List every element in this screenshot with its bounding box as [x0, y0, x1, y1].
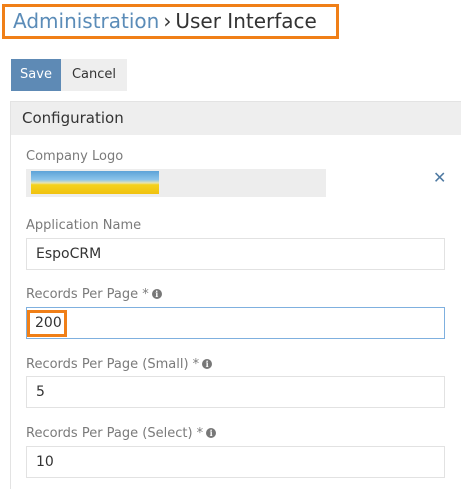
records-per-page-small-label: Records Per Page (Small) * i — [26, 357, 213, 372]
company-logo-box[interactable] — [26, 169, 326, 197]
breadcrumb-separator: › — [163, 9, 172, 33]
records-per-page-label-text: Records Per Page * — [26, 287, 149, 302]
page-title: User Interface — [175, 9, 317, 33]
panel-title: Configuration — [11, 102, 461, 135]
records-per-page-select-label: Records Per Page (Select) * i — [26, 426, 217, 441]
breadcrumb: Administration › User Interface — [2, 4, 339, 39]
info-icon: i — [206, 428, 217, 438]
save-button[interactable]: Save — [11, 59, 61, 91]
company-logo-label: Company Logo — [26, 149, 124, 164]
info-icon: i — [151, 289, 162, 299]
application-name-label: Application Name — [26, 218, 142, 233]
records-per-page-label: Records Per Page * i — [26, 287, 162, 302]
records-per-page-input[interactable] — [26, 307, 445, 339]
company-logo-image — [31, 171, 159, 194]
records-per-page-small-input[interactable]: 5 — [26, 376, 445, 408]
cancel-button[interactable]: Cancel — [61, 59, 127, 91]
application-name-input[interactable]: EspoCRM — [26, 238, 445, 270]
breadcrumb-administration-link[interactable]: Administration — [13, 9, 159, 33]
close-icon[interactable]: ✕ — [433, 168, 447, 188]
info-icon: i — [202, 359, 213, 369]
records-per-page-select-label-text: Records Per Page (Select) * — [26, 426, 204, 441]
records-per-page-value[interactable]: 200 — [27, 310, 67, 337]
records-per-page-select-input[interactable]: 10 — [26, 446, 445, 478]
records-per-page-small-label-text: Records Per Page (Small) * — [26, 357, 200, 372]
